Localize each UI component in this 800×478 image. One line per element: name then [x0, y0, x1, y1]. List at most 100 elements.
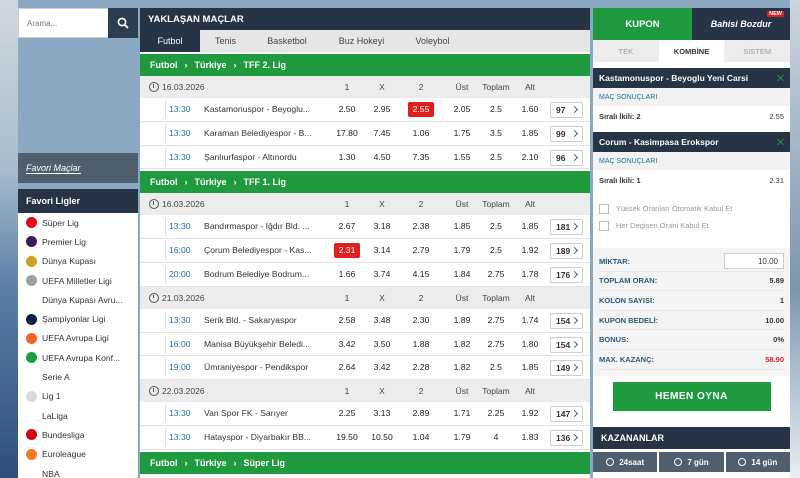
odd-alt[interactable]: 1.78	[515, 263, 545, 286]
more-markets-button[interactable]: 147	[550, 406, 583, 423]
odd-ust[interactable]: 1.89	[447, 309, 477, 332]
match-name[interactable]: Şanlıurfaspor - Altınordu	[204, 146, 322, 169]
sidebar-league-item[interactable]: UEFA Avrupa Ligi	[18, 329, 138, 348]
odd-ox[interactable]: 3.48	[367, 309, 397, 332]
odd-o1[interactable]: 19.50	[332, 426, 362, 449]
odd-alt[interactable]: 1.85	[515, 122, 545, 145]
odd-o1[interactable]: 1.30	[332, 146, 362, 169]
odd-o2[interactable]: 7.35	[406, 146, 436, 169]
odd-alt[interactable]: 1.60	[515, 98, 545, 121]
checkbox[interactable]	[599, 220, 609, 231]
odd-ust[interactable]: 1.84	[447, 263, 477, 286]
search-input[interactable]	[18, 8, 108, 38]
more-markets-button[interactable]: 189	[550, 243, 583, 260]
sidebar-league-item[interactable]: Serie A	[18, 367, 138, 386]
odd-o1[interactable]: 17.80	[332, 122, 362, 145]
odd-ox[interactable]: 2.95	[367, 98, 397, 121]
sidebar-league-item[interactable]: Lig 1	[18, 387, 138, 406]
odd-alt[interactable]: 1.85	[515, 215, 545, 238]
sidebar-league-item[interactable]: LaLiga	[18, 406, 138, 425]
more-markets-button[interactable]: 136	[550, 429, 583, 446]
match-name[interactable]: Hatayspor - Diyarbakır BB...	[204, 426, 322, 449]
odd-o2[interactable]: 2.28	[406, 356, 436, 379]
odd-o1[interactable]: 2.58	[332, 309, 362, 332]
odd-ox[interactable]: 10.50	[367, 426, 397, 449]
odd-ust[interactable]: 2.05	[447, 98, 477, 121]
odd-ust[interactable]: 1.75	[447, 122, 477, 145]
coupon-tab[interactable]: KUPON	[593, 8, 692, 40]
sport-tab[interactable]: Futbol	[140, 29, 200, 52]
sidebar-league-item[interactable]: Premier Lig	[18, 232, 138, 251]
amount-input[interactable]	[724, 253, 784, 270]
match-name[interactable]: Ümraniyespor - Pendikspor	[204, 356, 322, 379]
match-name[interactable]: Serik Bld. - Sakaryaspor	[204, 309, 322, 332]
sidebar-league-item[interactable]: UEFA Avrupa Konf...	[18, 348, 138, 367]
cashout-tab[interactable]: Bahisi Bozdur NEW	[692, 8, 790, 40]
match-name[interactable]: Çorum Belediyespor - Kas...	[204, 239, 322, 262]
winners-tab-24h[interactable]: 24saat	[593, 452, 658, 472]
tab-system[interactable]: SİSTEM	[724, 40, 790, 62]
odd-alt[interactable]: 1.92	[515, 239, 545, 262]
odd-ust[interactable]: 1.82	[447, 333, 477, 356]
odd-o2[interactable]: 2.30	[406, 309, 436, 332]
match-name[interactable]: Bodrum Belediye Bodrum...	[204, 263, 322, 286]
odd-o1[interactable]: 1.66	[332, 263, 362, 286]
odd-o1[interactable]: 2.31	[334, 243, 360, 259]
odd-alt[interactable]: 1.83	[515, 426, 545, 449]
remove-icon[interactable]	[777, 75, 783, 81]
tab-combined[interactable]: KOMBİNE	[658, 40, 725, 62]
more-markets-button[interactable]: 154	[550, 312, 583, 329]
sidebar-league-item[interactable]: Bundesliga	[18, 425, 138, 444]
favorite-matches-tab[interactable]: Favori Maçlar	[18, 153, 138, 183]
match-name[interactable]: Karaman Belediyespor - B...	[204, 122, 322, 145]
odd-o2[interactable]: 1.06	[406, 122, 436, 145]
more-markets-button[interactable]: 149	[550, 360, 583, 377]
more-markets-button[interactable]: 96	[550, 149, 583, 166]
odd-o2[interactable]: 1.04	[406, 426, 436, 449]
odd-ox[interactable]: 3.74	[367, 263, 397, 286]
more-markets-button[interactable]: 176	[550, 266, 583, 283]
odd-alt[interactable]: 2.10	[515, 146, 545, 169]
odd-alt[interactable]: 1.80	[515, 333, 545, 356]
sport-tab[interactable]: Basketbol	[251, 30, 323, 52]
match-name[interactable]: Bandırmaspor - Iğdır Bld. ...	[204, 215, 322, 238]
odd-alt[interactable]: 1.74	[515, 309, 545, 332]
odd-ox[interactable]: 3.13	[367, 402, 397, 425]
match-name[interactable]: Van Spor FK - Sarıyer	[204, 402, 322, 425]
odd-ox[interactable]: 4.50	[367, 146, 397, 169]
odd-o2[interactable]: 1.88	[406, 333, 436, 356]
sidebar-league-item[interactable]: Dünya Kupası Avru...	[18, 290, 138, 309]
accept-higher-odds-option[interactable]: Yüksek Oranları Otomatik Kabul Et	[593, 200, 790, 217]
odd-o1[interactable]: 2.64	[332, 356, 362, 379]
odd-o1[interactable]: 3.42	[332, 333, 362, 356]
sport-tab[interactable]: Tenis	[200, 30, 251, 52]
odd-ox[interactable]: 3.18	[367, 215, 397, 238]
sidebar-league-item[interactable]: UEFA Milletler Ligi	[18, 271, 138, 290]
more-markets-button[interactable]: 99	[550, 125, 583, 142]
odd-ust[interactable]: 1.71	[447, 402, 477, 425]
sidebar-league-item[interactable]: Süper Lig	[18, 213, 138, 232]
sidebar-league-item[interactable]: NBA	[18, 464, 138, 478]
odd-ox[interactable]: 3.14	[367, 239, 397, 262]
more-markets-button[interactable]: 97	[550, 102, 583, 118]
winners-tab-14d[interactable]: 14 gün	[725, 452, 790, 472]
odd-ox[interactable]: 3.42	[367, 356, 397, 379]
search-button[interactable]	[108, 8, 138, 38]
odd-o2[interactable]: 2.55	[408, 102, 434, 117]
accept-changed-odds-option[interactable]: Her Degisen Orani Kabul Et	[593, 217, 790, 234]
league-header[interactable]: Futbol › Türkiye › TFF 2. Lig	[140, 54, 590, 76]
odd-o2[interactable]: 2.79	[406, 239, 436, 262]
remove-icon[interactable]	[777, 139, 783, 145]
odd-ox[interactable]: 7.45	[367, 122, 397, 145]
more-markets-button[interactable]: 181	[550, 219, 583, 236]
odd-o1[interactable]: 2.67	[332, 215, 362, 238]
play-now-button[interactable]: HEMEN OYNA	[612, 381, 771, 411]
odd-o2[interactable]: 4.15	[406, 263, 436, 286]
sport-tab[interactable]: Buz Hokeyi	[323, 30, 400, 52]
odd-alt[interactable]: 1.85	[515, 356, 545, 379]
odd-o1[interactable]: 2.50	[332, 98, 362, 121]
more-markets-button[interactable]: 154	[550, 336, 583, 353]
match-name[interactable]: Kastamonuspor - Beyoglu...	[204, 98, 322, 121]
odd-ust[interactable]: 1.79	[447, 239, 477, 262]
tab-single[interactable]: TEK	[593, 40, 659, 62]
